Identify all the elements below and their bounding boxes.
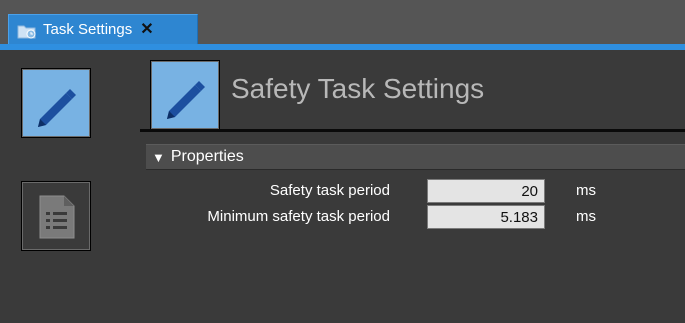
title-icon-box	[150, 60, 220, 130]
property-unit: ms	[576, 208, 596, 225]
property-label: Minimum safety task period	[207, 208, 390, 225]
properties-section-header[interactable]: ▼ Properties	[146, 144, 685, 170]
title-divider	[140, 129, 685, 132]
tab-label: Task Settings	[43, 21, 133, 38]
folder-clock-icon	[17, 23, 37, 38]
property-label: Safety task period	[269, 182, 390, 199]
close-icon[interactable]: ✕	[140, 21, 153, 38]
page-title: Safety Task Settings	[231, 73, 485, 104]
pencil-icon	[38, 89, 76, 127]
property-row-safety-task-period: Safety task period 20 ms	[140, 179, 685, 203]
collapse-arrow-icon: ▼	[152, 149, 165, 165]
nav-item-document[interactable]	[21, 181, 91, 251]
property-unit: ms	[576, 182, 596, 199]
pencil-icon	[167, 81, 205, 119]
section-label: Properties	[170, 148, 244, 165]
settings-panel: Safety Task Settings ▼ Properties Safety…	[140, 50, 685, 323]
navigation-panel	[0, 50, 120, 323]
tab-task-settings[interactable]: Task Settings ✕	[8, 14, 198, 44]
minimum-safety-task-period-input[interactable]: 5.183	[427, 205, 545, 229]
safety-task-period-input[interactable]: 20	[427, 179, 545, 203]
nav-item-settings[interactable]	[21, 68, 91, 138]
document-list-icon	[39, 195, 75, 239]
tab-bar: Task Settings ✕	[0, 0, 685, 44]
property-row-minimum-safety-task-period: Minimum safety task period 5.183 ms	[140, 205, 685, 229]
